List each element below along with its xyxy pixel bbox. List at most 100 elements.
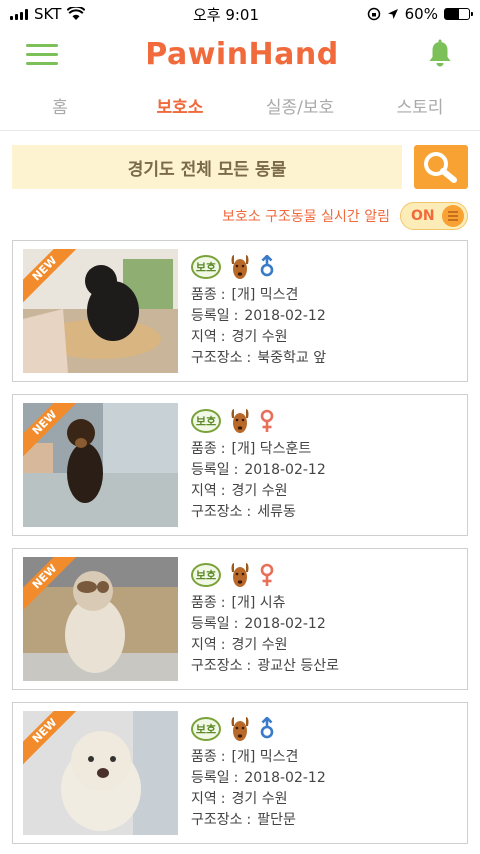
protect-badge: 보호 bbox=[191, 563, 221, 587]
region-label: 지역 bbox=[191, 483, 217, 499]
battery-label: 60% bbox=[404, 5, 438, 23]
protect-badge: 보호 bbox=[191, 409, 221, 433]
bell-icon[interactable] bbox=[426, 39, 454, 69]
dog-icon bbox=[231, 717, 249, 741]
place-value: 광교산 등산로 bbox=[257, 658, 339, 674]
breed-value: [개] 시츄 bbox=[231, 595, 286, 611]
date-value: 2018-02-12 bbox=[244, 308, 326, 324]
animal-info: 보호 품종: [개] 닥스훈트 등록일:2018-02-12 지역: 경기 수원 구… bbox=[191, 407, 457, 523]
region-value: 경기 수원 bbox=[231, 329, 288, 345]
dog-icon bbox=[231, 255, 249, 279]
breed-label: 품종 bbox=[191, 749, 217, 765]
region-row: 지역: 경기 수원 bbox=[191, 789, 457, 810]
male-icon bbox=[260, 717, 274, 739]
female-icon bbox=[260, 409, 274, 432]
new-ribbon-label: NEW bbox=[23, 403, 79, 457]
animal-card[interactable]: NEW 보호 품종: [개] 닥스훈트 등록일:2018-02-12 지역: 경기 … bbox=[12, 394, 468, 536]
tab-missing[interactable]: 실종/보호 bbox=[240, 93, 360, 118]
breed-row: 품종: [개] 믹스견 bbox=[191, 285, 457, 306]
breed-label: 품종 bbox=[191, 287, 217, 303]
rotation-lock-icon bbox=[367, 7, 380, 21]
place-row: 구조장소: 팔단문 bbox=[191, 810, 457, 831]
breed-row: 품종: [개] 시츄 bbox=[191, 593, 457, 614]
animal-photo: NEW bbox=[23, 711, 178, 835]
carrier-label: SKT bbox=[34, 5, 62, 23]
app-logo: PawinHand bbox=[145, 36, 339, 72]
animal-card[interactable]: NEW 보호 품종: [개] 시츄 등록일:2018-02-12 지역: 경기 수원… bbox=[12, 548, 468, 690]
date-row: 등록일:2018-02-12 bbox=[191, 460, 457, 481]
date-row: 등록일:2018-02-12 bbox=[191, 614, 457, 635]
region-value: 경기 수원 bbox=[231, 791, 288, 807]
alert-row: 보호소 구조동물 실시간 알림 ON bbox=[0, 201, 480, 231]
new-ribbon: NEW bbox=[23, 249, 83, 309]
search-button[interactable] bbox=[414, 145, 468, 189]
date-label: 등록일 bbox=[191, 462, 230, 478]
alert-toggle[interactable]: ON bbox=[400, 202, 468, 230]
breed-value: [개] 믹스견 bbox=[231, 749, 299, 765]
breed-value: [개] 믹스견 bbox=[231, 287, 299, 303]
status-left: SKT bbox=[10, 5, 86, 23]
region-row: 지역: 경기 수원 bbox=[191, 635, 457, 656]
place-label: 구조장소 bbox=[191, 812, 243, 828]
app-header: PawinHand bbox=[0, 28, 480, 80]
new-ribbon-label: NEW bbox=[23, 711, 79, 765]
region-row: 지역: 경기 수원 bbox=[191, 481, 457, 502]
breed-label: 품종 bbox=[191, 595, 217, 611]
realtime-alert-label: 보호소 구조동물 실시간 알림 bbox=[222, 209, 390, 225]
breed-row: 품종: [개] 믹스견 bbox=[191, 747, 457, 768]
place-row: 구조장소: 북중학교 앞 bbox=[191, 348, 457, 369]
place-row: 구조장소: 광교산 등산로 bbox=[191, 656, 457, 677]
place-row: 구조장소: 세류동 bbox=[191, 502, 457, 523]
animal-photo: NEW bbox=[23, 249, 178, 373]
animal-card[interactable]: NEW 보호 품종: [개] 믹스견 등록일:2018-02-12 지역: 경기 수… bbox=[12, 702, 468, 844]
date-label: 등록일 bbox=[191, 770, 230, 786]
region-label: 지역 bbox=[191, 329, 217, 345]
tab-home[interactable]: 홈 bbox=[0, 93, 120, 118]
wifi-icon bbox=[67, 7, 86, 20]
new-ribbon: NEW bbox=[23, 403, 83, 463]
female-icon bbox=[260, 563, 274, 586]
tab-shelter[interactable]: 보호소 bbox=[120, 93, 240, 118]
badge-row: 보호 bbox=[191, 561, 457, 589]
badge-row: 보호 bbox=[191, 407, 457, 435]
tab-story[interactable]: 스토리 bbox=[360, 93, 480, 118]
dog-icon bbox=[231, 563, 249, 587]
date-row: 등록일:2018-02-12 bbox=[191, 306, 457, 327]
place-label: 구조장소 bbox=[191, 504, 243, 520]
battery-icon bbox=[443, 8, 473, 20]
place-value: 팔단문 bbox=[257, 812, 296, 828]
region-value: 경기 수원 bbox=[231, 637, 288, 653]
location-icon bbox=[387, 9, 398, 19]
date-row: 등록일:2018-02-12 bbox=[191, 768, 457, 789]
breed-label: 품종 bbox=[191, 441, 217, 457]
region-filter-button[interactable]: 경기도 전체 모든 동물 bbox=[12, 145, 402, 189]
date-label: 등록일 bbox=[191, 308, 230, 324]
badge-row: 보호 bbox=[191, 253, 457, 281]
dog-icon bbox=[231, 409, 249, 433]
protect-badge: 보호 bbox=[191, 717, 221, 741]
new-ribbon-label: NEW bbox=[23, 249, 79, 303]
animal-card-list: NEW 보호 품종: [개] 믹스견 등록일:2018-02-12 지역: 경기 수… bbox=[0, 240, 480, 844]
animal-photo: NEW bbox=[23, 557, 178, 681]
new-ribbon: NEW bbox=[23, 711, 83, 771]
animal-info: 보호 품종: [개] 시츄 등록일:2018-02-12 지역: 경기 수원 구조장… bbox=[191, 561, 457, 677]
region-value: 경기 수원 bbox=[231, 483, 288, 499]
status-right: 60% bbox=[367, 5, 473, 23]
toggle-knob-icon bbox=[442, 205, 464, 227]
protect-badge: 보호 bbox=[191, 255, 221, 279]
animal-card[interactable]: NEW 보호 품종: [개] 믹스견 등록일:2018-02-12 지역: 경기 수… bbox=[12, 240, 468, 382]
animal-info: 보호 품종: [개] 믹스견 등록일:2018-02-12 지역: 경기 수원 구조… bbox=[191, 715, 457, 831]
toggle-state-label: ON bbox=[411, 208, 435, 224]
breed-value: [개] 닥스훈트 bbox=[231, 441, 312, 457]
date-value: 2018-02-12 bbox=[244, 770, 326, 786]
date-value: 2018-02-12 bbox=[244, 616, 326, 632]
place-value: 세류동 bbox=[257, 504, 296, 520]
signal-icon bbox=[10, 8, 28, 20]
status-bar: SKT 오후 9:01 60% bbox=[0, 0, 480, 28]
new-ribbon: NEW bbox=[23, 557, 83, 617]
male-icon bbox=[260, 255, 274, 277]
region-label: 지역 bbox=[191, 791, 217, 807]
animal-info: 보호 품종: [개] 믹스견 등록일:2018-02-12 지역: 경기 수원 구조… bbox=[191, 253, 457, 369]
hamburger-menu-icon[interactable] bbox=[26, 43, 58, 65]
badge-row: 보호 bbox=[191, 715, 457, 743]
